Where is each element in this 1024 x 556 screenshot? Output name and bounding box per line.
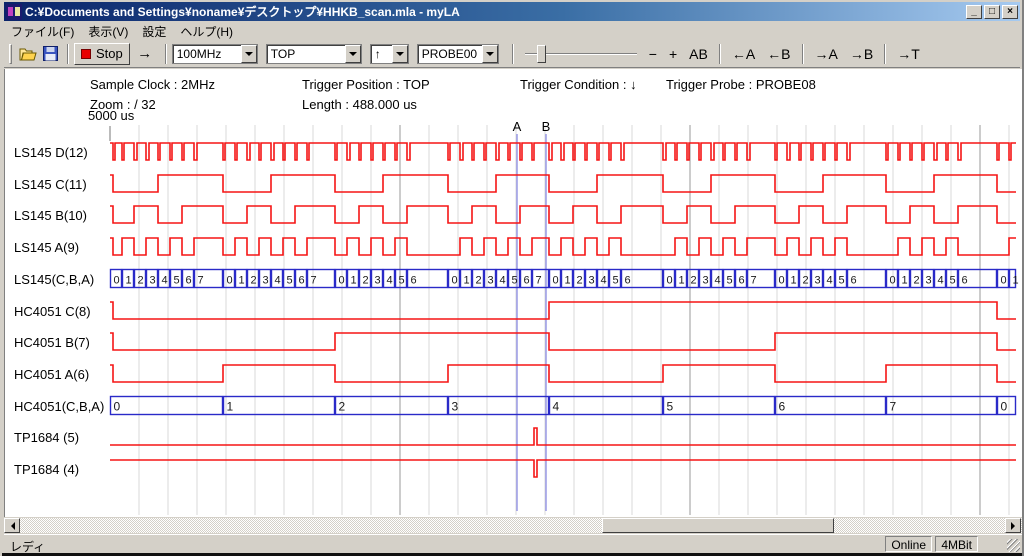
app-icon-shape2 — [15, 7, 20, 16]
sample-clock-value: 100MHz — [173, 45, 226, 63]
folder-front — [21, 53, 36, 60]
zoom-out-button[interactable]: − — [643, 44, 663, 64]
floppy-label — [46, 54, 56, 61]
zoom-in-button[interactable]: + — [663, 44, 683, 64]
chevron-down-icon[interactable] — [392, 45, 408, 63]
memory-size-badge: 4MBit — [935, 536, 978, 552]
triangle — [349, 52, 357, 60]
trigger-probe-value: PROBE00 — [418, 45, 481, 63]
floppy-shutter — [47, 47, 55, 52]
triangle-right-icon — [1011, 522, 1019, 530]
stop-button[interactable]: Stop — [74, 43, 130, 65]
save-floppy-icon — [43, 46, 58, 61]
maximize-button[interactable]: □ — [984, 5, 1000, 19]
zoom-slider-thumb[interactable] — [537, 45, 546, 63]
single-run-button[interactable]: → — [130, 43, 160, 65]
move-right-to-a-button[interactable]: →A — [809, 44, 844, 64]
toolbar-separator — [802, 44, 804, 64]
toolbar-separator — [67, 44, 69, 64]
toolbar-separator — [512, 44, 514, 64]
scroll-left-button[interactable] — [4, 518, 20, 533]
toolbar-separator — [884, 44, 886, 64]
ab-button[interactable]: AB — [683, 44, 714, 64]
trigger-position-combo[interactable]: TOP — [266, 44, 362, 64]
close-button[interactable]: × — [1002, 5, 1018, 19]
status-bar: レディ Online 4MBit — [4, 534, 1022, 553]
window-title: C:¥Documents and Settings¥noname¥デスクトップ¥… — [25, 3, 962, 20]
resize-grip[interactable] — [1007, 539, 1020, 552]
scrollbar-thumb[interactable] — [602, 518, 834, 533]
online-status-badge: Online — [885, 536, 932, 552]
scroll-right-button[interactable] — [1005, 518, 1021, 533]
trigger-edge-value: ↑ — [371, 45, 385, 63]
toolbar-separator — [719, 44, 721, 64]
menu-bar: ファイル(F) 表示(V) 設定 ヘルプ(H) — [4, 22, 1020, 40]
app-icon — [6, 4, 22, 20]
window-controls: _ □ × — [966, 5, 1018, 19]
menu-settings[interactable]: 設定 — [135, 22, 173, 41]
trigger-position-value: TOP — [267, 45, 299, 63]
chevron-down-icon[interactable] — [482, 45, 498, 63]
trigger-edge-combo[interactable]: ↑ — [370, 44, 409, 64]
app-icon-shape — [8, 7, 13, 16]
triangle — [396, 52, 404, 60]
chevron-down-icon[interactable] — [345, 45, 361, 63]
minimize-button[interactable]: _ — [966, 5, 982, 19]
title-bar: C:¥Documents and Settings¥noname¥デスクトップ¥… — [4, 2, 1020, 21]
app-window: C:¥Documents and Settings¥noname¥デスクトップ¥… — [0, 0, 1024, 556]
goto-trigger-button[interactable]: →T — [891, 44, 926, 64]
open-file-button[interactable] — [16, 43, 39, 65]
triangle — [486, 52, 494, 60]
move-left-to-b-button[interactable]: ←B — [761, 44, 796, 64]
toolbar-gripper — [9, 44, 12, 64]
waveform-pane — [4, 69, 1022, 517]
triangle-left-icon — [7, 522, 15, 530]
move-right-to-b-button[interactable]: →B — [844, 44, 879, 64]
zoom-slider[interactable] — [525, 43, 637, 65]
trigger-probe-combo[interactable]: PROBE00 — [417, 44, 499, 64]
open-folder-icon — [19, 47, 37, 61]
save-button[interactable] — [39, 43, 62, 65]
stop-label: Stop — [96, 46, 123, 61]
move-left-to-a-button[interactable]: ←A — [726, 44, 761, 64]
chevron-down-icon[interactable] — [241, 45, 257, 63]
stop-square-icon — [81, 49, 91, 59]
toolbar: Stop → 100MHz TOP ↑ PROBE00 − + AB ←A ←B — [4, 40, 1020, 68]
triangle — [245, 52, 253, 60]
horizontal-scrollbar[interactable] — [4, 518, 1022, 533]
menu-view[interactable]: 表示(V) — [81, 22, 135, 41]
menu-file[interactable]: ファイル(F) — [4, 22, 81, 41]
toolbar-separator — [165, 44, 167, 64]
sample-clock-combo[interactable]: 100MHz — [172, 44, 258, 64]
menu-help[interactable]: ヘルプ(H) — [173, 22, 240, 41]
